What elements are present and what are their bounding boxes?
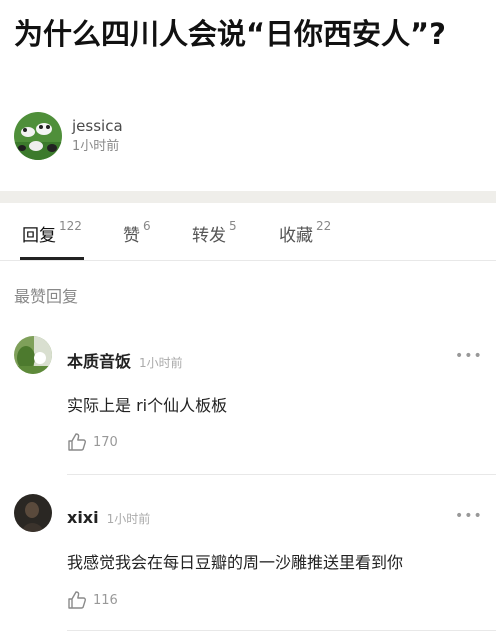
commenter-info: xixi 1小时前 [67, 508, 150, 527]
comment-divider [67, 630, 496, 631]
tab-count: 6 [143, 219, 151, 233]
post-author[interactable]: jessica 1小时前 [14, 112, 123, 160]
tab-label: 赞 [123, 226, 140, 246]
tab-count: 122 [59, 219, 82, 233]
like-count: 170 [93, 434, 118, 450]
tab-likes[interactable]: 赞6 [123, 219, 151, 246]
tab-label: 回复 [22, 226, 56, 246]
comment-text: 我感觉我会在每日豆瓣的周一沙雕推送里看到你 [67, 553, 404, 572]
commenter-name[interactable]: xixi [67, 508, 99, 527]
post-time: 1小时前 [72, 138, 120, 154]
tab-count: 22 [316, 219, 332, 233]
commenter-info: 本质音饭 1小时前 [67, 348, 183, 372]
comment-text: 实际上是 ri个仙人板板 [67, 396, 228, 415]
section-divider [0, 191, 496, 203]
tab-label: 转发 [192, 226, 226, 246]
section-heading: 最赞回复 [14, 287, 79, 306]
comment-divider [67, 474, 496, 475]
tab-bar: 回复 122 赞6 转发 5 收藏 22 [0, 203, 496, 261]
tab-replies[interactable]: 回复 122 [22, 219, 82, 246]
more-options-icon[interactable]: ••• [455, 348, 483, 364]
author-name[interactable]: jessica [72, 116, 123, 136]
like-button[interactable]: 116 [67, 590, 118, 610]
tab-favorites[interactable]: 收藏 22 [279, 219, 332, 246]
thumbs-up-icon [68, 433, 86, 451]
commenter-avatar[interactable] [14, 336, 52, 374]
more-options-icon[interactable]: ••• [455, 508, 483, 524]
like-count: 116 [93, 592, 118, 608]
thumbs-up-icon [68, 591, 86, 609]
tab-count: 5 [229, 219, 237, 233]
tab-label: 收藏 [279, 226, 313, 246]
commenter-avatar[interactable] [14, 494, 52, 532]
tab-reposts[interactable]: 转发 5 [192, 219, 237, 246]
comment-time: 1小时前 [106, 512, 151, 526]
post-title: 为什么四川人会说“日你西安人”? [14, 17, 446, 51]
like-button[interactable]: 170 [67, 432, 118, 452]
comment-time: 1小时前 [139, 356, 183, 370]
active-tab-indicator [20, 257, 84, 260]
author-avatar[interactable] [14, 112, 62, 160]
commenter-name[interactable]: 本质音饭 [67, 352, 131, 371]
